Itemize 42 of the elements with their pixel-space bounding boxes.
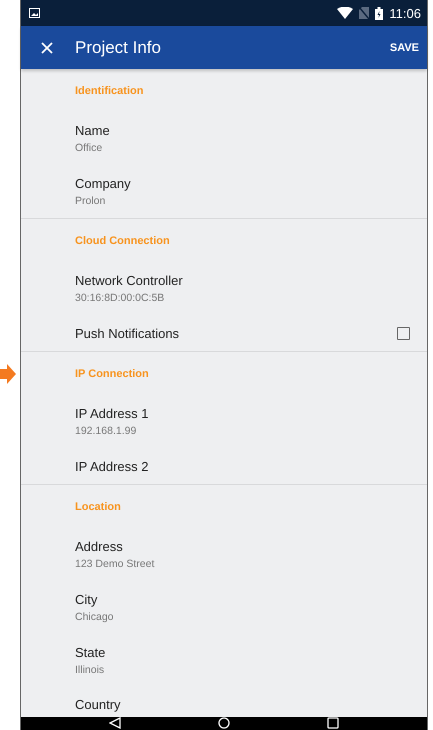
item-value: 30:16:8D:00:0C:5B xyxy=(75,292,166,304)
item-value: Chicago xyxy=(75,611,115,623)
item-value: Prolon xyxy=(75,195,106,207)
close-icon xyxy=(41,42,53,54)
item-label: IP Address 1 xyxy=(75,406,150,421)
item-value: Illinois xyxy=(75,664,106,676)
item-value: 192.168.1.99 xyxy=(75,425,138,437)
settings-item[interactable]: Country xyxy=(21,687,427,712)
item-label: City xyxy=(75,592,98,607)
settings-item[interactable]: IP Address 1 192.168.1.99 xyxy=(21,395,427,448)
settings-item[interactable]: Name Office xyxy=(21,112,427,165)
section-header: Location xyxy=(75,500,121,512)
recents-icon[interactable] xyxy=(326,717,339,729)
section-header: IP Connection xyxy=(75,368,149,380)
item-value: 123 Demo Street xyxy=(75,558,156,570)
item-label: Country xyxy=(75,697,122,712)
item-label: Name xyxy=(75,123,111,138)
item-value: Office xyxy=(75,142,104,154)
no-sim-icon xyxy=(359,7,370,19)
status-time: 11:06 xyxy=(389,6,421,20)
item-label: Company xyxy=(75,176,132,191)
settings-item[interactable]: State Illinois xyxy=(21,634,427,687)
checkbox[interactable] xyxy=(397,326,410,340)
settings-item[interactable]: Company Prolon xyxy=(21,165,427,218)
wifi-icon xyxy=(337,7,354,19)
home-icon[interactable] xyxy=(218,717,230,729)
back-icon[interactable] xyxy=(109,717,122,729)
section-header: Cloud Connection xyxy=(75,234,170,246)
save-button[interactable]: SAVE xyxy=(382,36,427,60)
settings-item[interactable]: Address 123 Demo Street xyxy=(21,528,427,581)
image-icon xyxy=(29,8,40,18)
settings-item[interactable]: IP Address 2 xyxy=(21,448,427,484)
section-header: Identification xyxy=(75,84,144,96)
settings-item[interactable]: City Chicago xyxy=(21,581,427,634)
item-label: Network Controller xyxy=(75,273,184,288)
item-label: IP Address 2 xyxy=(75,458,150,474)
item-label: State xyxy=(75,645,106,660)
battery-icon xyxy=(375,6,384,20)
app-bar-title: Project Info xyxy=(75,38,162,58)
item-label: Address xyxy=(75,539,124,554)
settings-item[interactable]: Network Controller 30:16:8D:00:0C:5B xyxy=(21,262,427,315)
item-label: Push Notifications xyxy=(75,326,180,340)
